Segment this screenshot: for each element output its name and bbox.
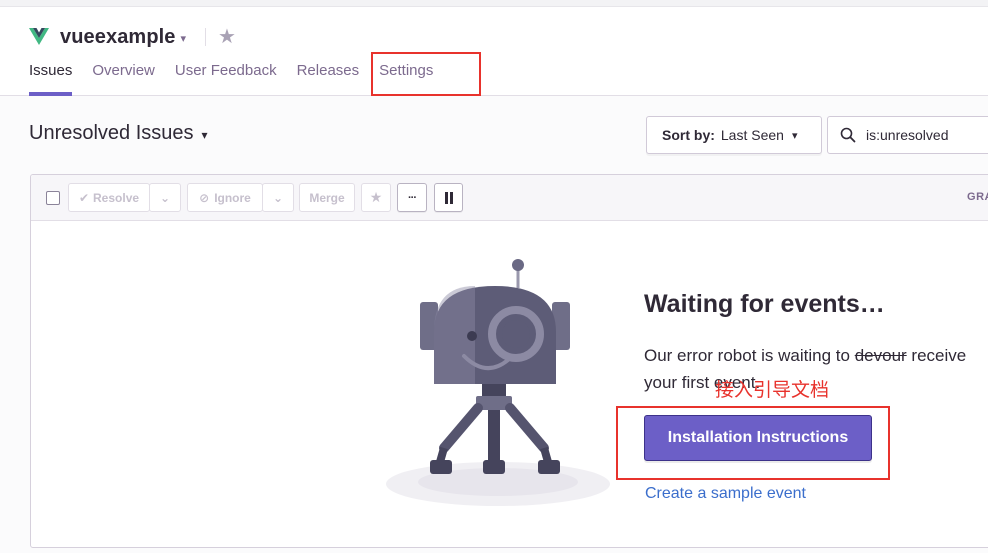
issues-view-selector[interactable]: Unresolved Issues ▾: [29, 122, 208, 145]
vue-logo-icon: [29, 28, 49, 45]
resolve-dropdown-button[interactable]: ⌄: [149, 183, 181, 212]
browser-top-strip: [0, 0, 988, 7]
ignore-button[interactable]: ⊘ Ignore: [187, 183, 263, 212]
chevron-down-icon[interactable]: ▾: [181, 32, 187, 45]
graph-column-label: GRA: [967, 191, 988, 203]
search-icon: [840, 127, 856, 143]
chevron-down-icon: ▾: [791, 129, 798, 142]
sort-label: Sort by:: [662, 127, 715, 143]
waiting-robot-illustration: [386, 259, 610, 506]
pause-icon: [444, 191, 453, 204]
ellipsis-icon: ···: [408, 191, 417, 204]
tab-issues[interactable]: Issues: [29, 59, 73, 96]
create-sample-event-link[interactable]: Create a sample event: [645, 485, 806, 503]
ignore-dropdown-button[interactable]: ⌄: [262, 183, 294, 212]
pause-realtime-button[interactable]: [434, 183, 463, 212]
resolve-button[interactable]: ✔ Resolve: [68, 183, 150, 212]
sort-dropdown[interactable]: Sort by: Last Seen ▾: [646, 116, 822, 154]
sort-value: Last Seen: [720, 127, 784, 143]
tab-overview[interactable]: Overview: [92, 59, 155, 96]
page-title: Unresolved Issues: [29, 122, 194, 144]
chevron-down-icon: ⌄: [272, 190, 284, 205]
empty-state-title: Waiting for events…: [644, 290, 885, 318]
bookmark-button[interactable]: ★: [361, 183, 391, 212]
install-highlight-box: [616, 406, 890, 480]
project-selector[interactable]: vueexample ▾ ★: [29, 25, 236, 49]
merge-button[interactable]: Merge: [299, 183, 355, 212]
search-box[interactable]: [827, 116, 988, 154]
header-divider: [205, 28, 207, 46]
tab-user-feedback[interactable]: User Feedback: [175, 59, 277, 96]
select-all-checkbox[interactable]: [46, 191, 60, 205]
annotation-note: 接入引导文档: [715, 380, 830, 401]
chevron-down-icon: ⌄: [159, 190, 171, 205]
tab-releases[interactable]: Releases: [297, 59, 360, 96]
settings-highlight-box: [371, 52, 481, 96]
project-header: vueexample ▾ ★ Issues Overview User Feed…: [0, 7, 988, 96]
project-name: vueexample: [60, 25, 176, 48]
star-icon: ★: [369, 189, 383, 205]
chevron-down-icon: ▾: [201, 128, 208, 142]
mute-icon: ⊘: [199, 190, 210, 205]
search-input[interactable]: [866, 127, 988, 143]
check-icon: ✔: [78, 190, 90, 205]
bulk-actions-toolbar: ✔ Resolve ⌄ ⊘ Ignore ⌄ Merge ★ ··· GR: [31, 175, 988, 221]
star-icon[interactable]: ★: [218, 27, 236, 47]
more-actions-button[interactable]: ···: [397, 183, 427, 212]
